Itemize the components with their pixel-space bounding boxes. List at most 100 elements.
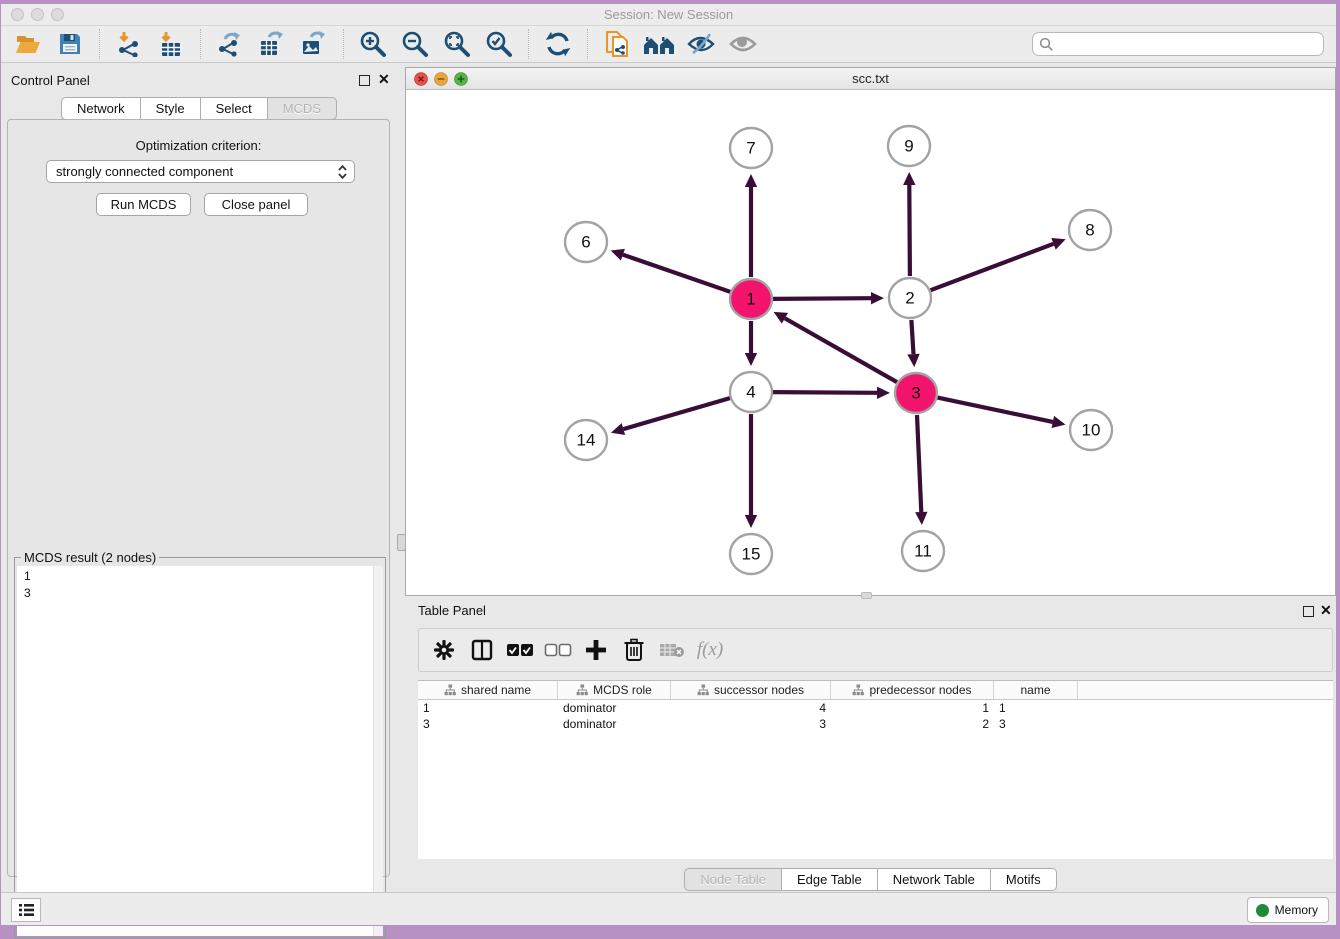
- toolbar-separator: [343, 29, 344, 59]
- control-panel: Control Panel ✕ NetworkStyleSelectMCDS O…: [1, 64, 397, 892]
- tab-motifs[interactable]: Motifs: [991, 868, 1057, 891]
- table-row[interactable]: 1dominator411: [418, 700, 1333, 716]
- mcds-tab-content: Optimization criterion: strongly connect…: [7, 119, 390, 877]
- tab-select[interactable]: Select: [201, 97, 268, 120]
- graph-node-15[interactable]: 15: [730, 534, 772, 574]
- graph-node-4[interactable]: 4: [730, 372, 772, 412]
- graph-node-11[interactable]: 11: [902, 531, 944, 571]
- column-header-predecessor-nodes[interactable]: predecessor nodes: [831, 681, 994, 699]
- close-panel-button[interactable]: Close panel: [204, 193, 308, 216]
- first-neighbors-icon[interactable]: [541, 28, 575, 60]
- graph-node-10[interactable]: 10: [1070, 410, 1112, 450]
- result-scrollbar[interactable]: [373, 566, 383, 936]
- graph-edge-4-14: [623, 398, 730, 429]
- table-cell: 1: [418, 700, 558, 716]
- divider-grip[interactable]: [397, 534, 406, 551]
- zoom-in-icon[interactable]: [356, 28, 390, 60]
- memory-button[interactable]: Memory: [1247, 897, 1329, 923]
- column-header-name[interactable]: name: [994, 681, 1078, 699]
- table-cell: 2: [831, 716, 994, 732]
- network-canvas[interactable]: 7 9 6 8 1 2 4 3 14 10 15 11: [406, 90, 1335, 595]
- table-cell: dominator: [558, 700, 671, 716]
- save-session-icon[interactable]: [53, 28, 87, 60]
- import-table-icon[interactable]: [154, 28, 188, 60]
- tab-style[interactable]: Style: [141, 97, 201, 120]
- graph-node-2[interactable]: 2: [889, 278, 931, 318]
- zoom-out-icon[interactable]: [398, 28, 432, 60]
- window-frame-edge: [0, 0, 1340, 4]
- column-header-successor-nodes[interactable]: successor nodes: [671, 681, 831, 699]
- show-all-nodes-icon[interactable]: [642, 28, 676, 60]
- graph-edge-1-6: [623, 255, 730, 292]
- delete-table-icon[interactable]: [657, 635, 687, 665]
- export-network-icon[interactable]: [213, 28, 247, 60]
- close-panel-icon[interactable]: ✕: [378, 71, 390, 88]
- select-all-icon[interactable]: [505, 635, 535, 665]
- window-title: Session: New Session: [1, 7, 1336, 22]
- graph-edge-4-3: [773, 392, 877, 393]
- close-panel-icon[interactable]: ✕: [1320, 602, 1332, 619]
- graph-node-9[interactable]: 9: [888, 126, 930, 166]
- search-field[interactable]: [1032, 32, 1324, 56]
- graph-edge-1-2: [773, 298, 871, 299]
- column-header-shared-name[interactable]: shared name: [418, 681, 558, 699]
- svg-text:11: 11: [914, 542, 932, 561]
- graph-edge-3-11: [917, 415, 921, 512]
- tab-edge-table[interactable]: Edge Table: [782, 868, 878, 891]
- mcds-result-line: 1: [24, 568, 383, 585]
- mcds-result-line: 3: [24, 585, 383, 602]
- tab-node-table[interactable]: Node Table: [684, 868, 782, 891]
- table-options-gear-icon[interactable]: [429, 635, 459, 665]
- table-cell: 3: [671, 716, 831, 732]
- svg-text:1: 1: [746, 290, 755, 309]
- add-column-icon[interactable]: [581, 635, 611, 665]
- graph-node-1[interactable]: 1: [730, 279, 772, 319]
- task-history-button[interactable]: [11, 898, 41, 922]
- tab-network-table[interactable]: Network Table: [878, 868, 991, 891]
- delete-column-icon[interactable]: [619, 635, 649, 665]
- criterion-select[interactable]: strongly connected component: [46, 160, 355, 183]
- network-window-title: scc.txt: [406, 71, 1335, 86]
- column-header-MCDS-role[interactable]: MCDS role: [558, 681, 671, 699]
- column-type-icon: [852, 684, 864, 696]
- svg-text:7: 7: [746, 139, 755, 158]
- toolbar-separator: [99, 29, 100, 59]
- tab-mcds[interactable]: MCDS: [268, 97, 337, 120]
- table-panel-title: Table Panel: [418, 603, 486, 618]
- search-input[interactable]: [1058, 35, 1323, 53]
- control-panel-title: Control Panel: [11, 73, 90, 88]
- workspace: Control Panel ✕ NetworkStyleSelectMCDS O…: [1, 64, 1336, 892]
- status-bar: Memory: [1, 892, 1336, 925]
- zoom-selected-icon[interactable]: [482, 28, 516, 60]
- function-builder-icon[interactable]: f(x): [695, 635, 725, 665]
- graph-node-3[interactable]: 3: [895, 373, 937, 413]
- graph-node-7[interactable]: 7: [730, 128, 772, 168]
- run-mcds-button[interactable]: Run MCDS: [96, 193, 191, 216]
- column-type-icon: [444, 684, 456, 696]
- fit-content-icon[interactable]: [440, 28, 474, 60]
- mcds-result-list[interactable]: 13: [17, 566, 383, 936]
- float-panel-icon[interactable]: [1303, 606, 1314, 617]
- table-cell: dominator: [558, 716, 671, 732]
- table-panel-tabs: Node TableEdge TableNetwork TableMotifs: [405, 868, 1336, 891]
- graph-node-6[interactable]: 6: [565, 222, 607, 262]
- open-session-icon[interactable]: [11, 28, 45, 60]
- svg-text:15: 15: [742, 545, 761, 564]
- toolbar-separator: [528, 29, 529, 59]
- float-panel-icon[interactable]: [359, 75, 370, 86]
- svg-text:2: 2: [905, 289, 914, 308]
- table-row[interactable]: 3dominator323: [418, 716, 1333, 732]
- divider-grip[interactable]: [861, 592, 872, 599]
- export-image-icon[interactable]: [297, 28, 331, 60]
- tab-network[interactable]: Network: [61, 97, 141, 120]
- graph-node-8[interactable]: 8: [1069, 210, 1111, 250]
- hide-selected-icon[interactable]: [684, 28, 718, 60]
- clone-network-icon[interactable]: [600, 28, 634, 60]
- list-icon: [18, 903, 35, 917]
- graph-node-14[interactable]: 14: [565, 420, 607, 460]
- export-table-icon[interactable]: [255, 28, 289, 60]
- toggle-panes-icon[interactable]: [467, 635, 497, 665]
- import-network-icon[interactable]: [112, 28, 146, 60]
- deselect-all-icon[interactable]: [543, 635, 573, 665]
- show-hidden-icon[interactable]: [726, 28, 760, 60]
